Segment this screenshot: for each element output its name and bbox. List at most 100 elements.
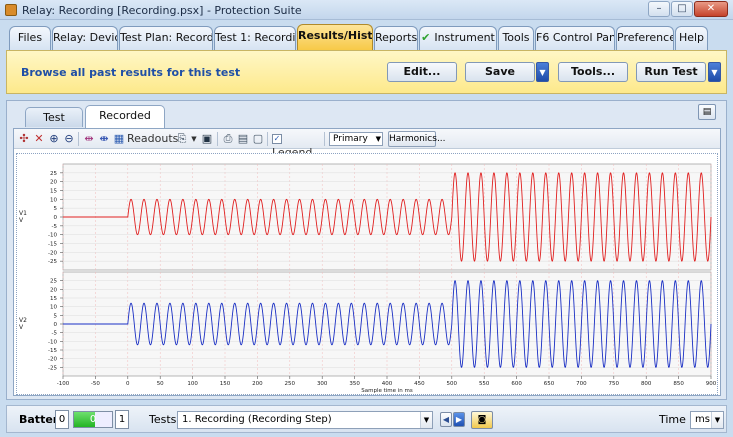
primary-select[interactable]: Primary ▼ — [329, 132, 383, 146]
x-tick-label: 750 — [609, 381, 620, 387]
signal-chart-area: 25 20 15 10 5 0 -5 -10 -15 -20 -25 V1 V 25 20 15 10 5 0 -5-… — [16, 153, 718, 395]
tab-recorded-signals[interactable]: Recorded Signals — [85, 105, 165, 141]
panel-options-icon[interactable]: ▤ — [698, 104, 716, 120]
toolbar-separator — [78, 132, 79, 146]
y-axis-label-v1: V1 — [19, 210, 27, 217]
tab-f6-control-panel[interactable]: F6 Control Panel — [535, 26, 615, 50]
cursor-1-icon[interactable]: ⇹ — [83, 132, 95, 146]
time-unit-select[interactable]: ms ▼ — [690, 411, 724, 429]
recorded-signals-content: ✣ ✕ ⊕ ⊖ ⇹ ⇼ ▦ Readouts ⎘ ▼ ▣ ⎙ ▤ ▢ ✓Lege… — [13, 128, 721, 396]
harmonics-button[interactable]: Harmonics... — [388, 131, 446, 147]
y-tick-label: -5 — [52, 224, 58, 230]
y-tick-label: 10 — [50, 305, 57, 311]
tab-results-history[interactable]: Results/History — [297, 24, 373, 51]
print-preview-icon[interactable]: ▢ — [252, 132, 264, 146]
previous-test-icon[interactable]: ◀ — [440, 412, 452, 427]
zoom-reset-icon[interactable]: ✕ — [33, 132, 45, 146]
y-tick-label: -15 — [48, 242, 57, 248]
y-tick-label: 20 — [50, 287, 57, 293]
next-test-icon[interactable]: ▶ — [453, 412, 465, 427]
battery-gauge-value: 0 — [89, 414, 97, 425]
legend-toggle[interactable]: ✓Legend — [272, 132, 322, 159]
command-bar: Browse all past results for this test Ed… — [6, 50, 727, 94]
maximize-button[interactable]: □ — [671, 1, 693, 17]
command-bar-caption: Browse all past results for this test — [21, 66, 241, 79]
tab-instrument[interactable]: ✔ Instrument — [419, 26, 497, 50]
primary-select-value: Primary — [333, 134, 368, 144]
y-tick-label: 0 — [54, 322, 58, 328]
toolbar-separator — [217, 132, 218, 146]
battery-left-value: 0 — [55, 410, 69, 429]
time-unit-value: ms — [695, 414, 710, 425]
x-axis-label: Sample time in ms — [361, 388, 413, 394]
tests-select-value: 1. Recording (Recording Step) — [182, 414, 332, 425]
signal-chart[interactable]: 2520151050-5-10-15-20-25V1V2520151050-5-… — [17, 154, 717, 394]
y-tick-label: -20 — [48, 250, 57, 256]
copy-icon[interactable]: ⎘ — [176, 132, 188, 146]
edit-button[interactable]: Edit... — [387, 62, 457, 82]
tab-help[interactable]: Help — [675, 26, 708, 50]
tab-preferences[interactable]: Preferences — [616, 26, 674, 50]
tab-test-1[interactable]: Test 1: Recording — [214, 26, 296, 50]
chevron-down-icon: ▼ — [420, 412, 432, 428]
copy-dropdown-icon[interactable]: ▼ — [188, 132, 200, 146]
x-tick-label: 0 — [126, 381, 130, 387]
x-tick-label: 350 — [349, 381, 360, 387]
print-icon[interactable]: ⎙ — [222, 132, 234, 146]
tab-files[interactable]: Files — [9, 26, 51, 50]
x-tick-label: 800 — [641, 381, 652, 387]
save-button[interactable]: Save — [465, 62, 535, 82]
chevron-down-icon: ▼ — [711, 412, 723, 428]
run-test-button[interactable]: Run Test — [636, 62, 706, 82]
y-tick-label: -10 — [48, 339, 57, 345]
x-tick-label: 100 — [187, 381, 198, 387]
x-tick-label: 600 — [511, 381, 522, 387]
x-tick-label: 850 — [673, 381, 684, 387]
zoom-out-icon[interactable]: ⊖ — [63, 132, 75, 146]
app-icon — [5, 4, 17, 16]
window-title: Relay: Recording [Recording.psx] - Prote… — [22, 4, 302, 17]
x-tick-label: 400 — [382, 381, 393, 387]
tests-label: Tests — [149, 413, 177, 426]
tab-relay-device[interactable]: Relay: Device — [52, 26, 118, 50]
tools-button[interactable]: Tools... — [558, 62, 628, 82]
results-panel: Test History Recorded Signals ▤ ✣ ✕ ⊕ ⊖ … — [6, 100, 727, 400]
y-tick-label: 15 — [50, 189, 57, 195]
zoom-fit-icon[interactable]: ✣ — [18, 132, 30, 146]
tab-instrument-label: Instrument — [434, 31, 495, 44]
page-setup-icon[interactable]: ▤ — [237, 132, 249, 146]
x-tick-label: 50 — [157, 381, 164, 387]
tests-select[interactable]: 1. Recording (Recording Step) ▼ — [177, 411, 433, 429]
checkmark-icon: ✔ — [421, 31, 431, 44]
y-axis-label-v2: V — [19, 324, 24, 331]
y-tick-label: -25 — [48, 365, 57, 371]
x-tick-label: 500 — [447, 381, 458, 387]
chart-toolbar: ✣ ✕ ⊕ ⊖ ⇹ ⇼ ▦ Readouts ⎘ ▼ ▣ ⎙ ▤ ▢ ✓Lege… — [14, 129, 720, 159]
x-tick-label: 200 — [252, 381, 263, 387]
x-tick-label: -50 — [91, 381, 100, 387]
x-tick-label: 150 — [220, 381, 231, 387]
time-label: Time — [659, 413, 686, 426]
y-tick-label: 25 — [50, 171, 57, 177]
save-file-icon[interactable]: ▣ — [201, 132, 213, 146]
battery-gauge: 0 — [73, 411, 113, 428]
tab-tools[interactable]: Tools — [498, 26, 534, 50]
y-tick-label: -20 — [48, 357, 57, 363]
y-axis-label-v1: V — [19, 217, 24, 224]
minimize-button[interactable]: – — [648, 1, 670, 17]
tab-test-plan[interactable]: Test Plan: Recording — [119, 26, 213, 50]
readouts-icon[interactable]: ▦ — [113, 132, 125, 146]
readouts-button[interactable]: Readouts — [127, 132, 178, 146]
zoom-in-icon[interactable]: ⊕ — [48, 132, 60, 146]
y-tick-label: -10 — [48, 233, 57, 239]
snapshot-icon[interactable]: ◙ — [471, 411, 493, 429]
run-test-dropdown-icon[interactable]: ▼ — [708, 62, 721, 82]
status-bar: Battery 0 0 1 Tests 1. Recording (Record… — [6, 405, 727, 433]
y-tick-label: -25 — [48, 259, 57, 265]
tab-test-history[interactable]: Test History — [25, 107, 83, 143]
save-dropdown-icon[interactable]: ▼ — [536, 62, 549, 82]
tab-reports[interactable]: Reports — [374, 26, 418, 50]
close-button[interactable]: ✕ — [694, 1, 728, 17]
main-tab-strip: Files Relay: Device Test Plan: Recording… — [0, 20, 733, 51]
cursor-2-icon[interactable]: ⇼ — [98, 132, 110, 146]
